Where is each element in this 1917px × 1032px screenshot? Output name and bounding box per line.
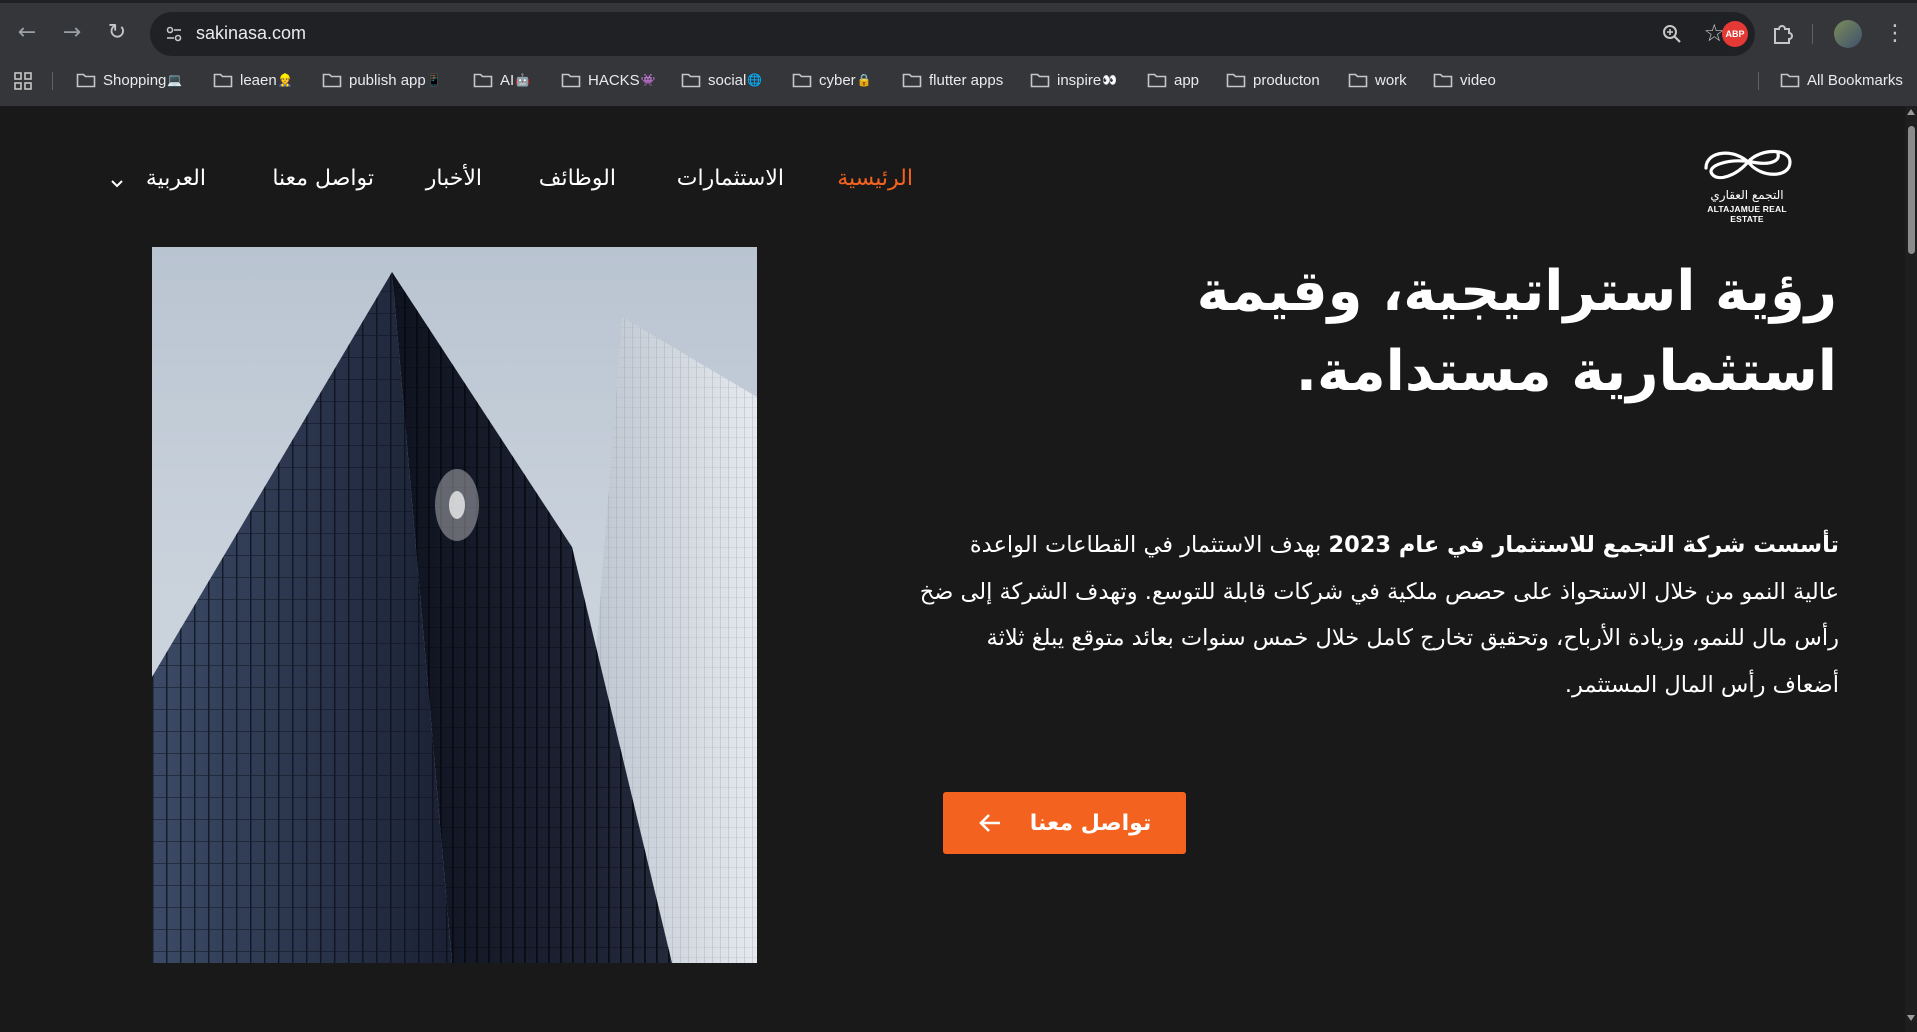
address-bar[interactable]: sakinasa.com ☆	[150, 12, 1755, 56]
bookmark-emoji: 🤖	[515, 73, 531, 87]
bookmark-label: cyber	[819, 71, 856, 89]
nav-link-investments[interactable]: الاستثمارات	[677, 166, 784, 191]
all-bookmarks-label: All Bookmarks	[1807, 71, 1903, 89]
bookmark-folder[interactable]: app	[1147, 68, 1199, 92]
folder-icon	[792, 73, 812, 88]
bookmarks-separator	[52, 72, 53, 90]
arrow-left-icon	[978, 814, 1000, 832]
bookmark-folder[interactable]: publish app 📱	[322, 68, 442, 92]
folder-icon	[1226, 73, 1246, 88]
folder-icon	[473, 73, 493, 88]
folder-icon	[681, 73, 701, 88]
bookmark-folder[interactable]: cyber 🔒	[792, 68, 872, 92]
bookmark-label: video	[1460, 71, 1496, 89]
url-text[interactable]: sakinasa.com	[196, 23, 306, 44]
folder-icon	[322, 73, 342, 88]
bookmark-label: inspire	[1057, 71, 1102, 89]
folder-icon	[1030, 73, 1050, 88]
bookmark-label: AI	[500, 71, 515, 89]
contact-us-label: تواصل معنا	[1029, 810, 1152, 836]
forward-button[interactable]: →	[59, 20, 85, 46]
bookmark-emoji: 👷	[277, 73, 293, 87]
apps-grid-icon[interactable]	[13, 71, 33, 91]
folder-icon	[1433, 73, 1453, 88]
logo-mark-icon	[1704, 149, 1792, 180]
bookmark-folder[interactable]: video	[1433, 68, 1496, 92]
bookmark-emoji: 🔒	[856, 73, 872, 87]
hero-paragraph: تأسست شركة التجمع للاستثمار في عام 2023 …	[919, 522, 1839, 708]
browser-chrome: ← → ↻ sakinasa.com ☆ ABP ⋮ Shopping 💻 le…	[0, 0, 1917, 106]
nav-link-contact[interactable]: تواصل معنا	[272, 166, 374, 191]
hero-building-image	[152, 247, 757, 963]
bookmark-folder[interactable]: leaen 👷	[213, 68, 293, 92]
hero-heading: رؤية استراتيجية، وقيمة استثمارية مستدامة…	[1196, 259, 1837, 404]
bookmarks-bar: Shopping 💻 leaen 👷 publish app 📱 AI 🤖 HACKS 👾 soci…	[0, 62, 1917, 98]
nav-link-jobs[interactable]: الوظائف	[539, 166, 616, 191]
bookmark-folder[interactable]: Shopping 💻	[76, 68, 182, 92]
adblock-plus-icon[interactable]: ABP	[1722, 21, 1748, 47]
logo-english-text: ALTAJAMUE REAL ESTATE	[1707, 204, 1787, 224]
folder-icon	[1348, 73, 1368, 88]
profile-avatar[interactable]	[1834, 20, 1862, 48]
extensions-puzzle-icon[interactable]	[1769, 21, 1795, 47]
tab-strip	[0, 0, 1917, 3]
web-page: التجمع العقاري ALTAJAMUE REAL ESTATE الر…	[0, 106, 1905, 1032]
logo-arabic-text: التجمع العقاري	[1710, 188, 1784, 202]
scroll-up-arrow-icon[interactable]	[1906, 108, 1916, 116]
bookmark-emoji: 💻	[167, 73, 183, 87]
folder-icon	[902, 73, 922, 88]
folder-icon	[1780, 73, 1800, 88]
bookmark-label: HACKS	[588, 71, 640, 89]
hero-paragraph-bold: تأسست شركة التجمع للاستثمار في عام 2023	[1328, 532, 1839, 558]
bookmark-label: social	[708, 71, 747, 89]
toolbar-divider	[1812, 24, 1813, 44]
bookmark-emoji: 🌐	[747, 73, 763, 87]
all-bookmarks-button[interactable]: All Bookmarks	[1780, 68, 1903, 92]
site-info-icon[interactable]	[164, 24, 184, 44]
bookmark-label: app	[1174, 71, 1200, 89]
bookmark-folder[interactable]: HACKS 👾	[561, 68, 656, 92]
scroll-thumb[interactable]	[1908, 126, 1915, 254]
zoom-icon[interactable]	[1661, 23, 1683, 45]
nav-link-home[interactable]: الرئيسية	[837, 166, 913, 191]
language-selector[interactable]: العربية	[146, 166, 206, 191]
contact-us-button[interactable]: تواصل معنا	[943, 792, 1186, 854]
page-scrollbar[interactable]	[1905, 106, 1917, 1032]
more-menu-icon[interactable]: ⋮	[1884, 20, 1906, 48]
bookmark-folder[interactable]: producton	[1226, 68, 1320, 92]
bookmark-label: publish app	[349, 71, 426, 89]
bookmark-folder[interactable]: flutter apps	[902, 68, 1003, 92]
bookmark-label: Shopping	[103, 71, 167, 89]
back-button[interactable]: ←	[14, 20, 40, 46]
scroll-down-arrow-icon[interactable]	[1906, 1014, 1916, 1022]
bookmark-label: flutter apps	[929, 71, 1004, 89]
folder-icon	[1147, 73, 1167, 88]
folder-icon	[76, 73, 96, 88]
bookmark-folder[interactable]: inspire 👀	[1030, 68, 1117, 92]
bookmark-emoji: 👀	[1102, 73, 1118, 87]
bookmark-label: work	[1375, 71, 1407, 89]
folder-icon	[213, 73, 233, 88]
bookmark-label: leaen	[240, 71, 277, 89]
bookmarks-separator	[1758, 72, 1759, 90]
bookmark-folder[interactable]: work	[1348, 68, 1407, 92]
nav-link-news[interactable]: الأخبار	[426, 166, 482, 191]
bookmark-folder[interactable]: social 🌐	[681, 68, 762, 92]
site-logo[interactable]: التجمع العقاري ALTAJAMUE REAL ESTATE	[1690, 134, 1810, 224]
bookmark-folder[interactable]: AI 🤖	[473, 68, 530, 92]
folder-icon	[561, 73, 581, 88]
bookmark-emoji: 📱	[426, 73, 442, 87]
bookmark-label: producton	[1253, 71, 1320, 89]
reload-button[interactable]: ↻	[104, 20, 130, 46]
bookmark-emoji: 👾	[640, 73, 656, 87]
chevron-down-icon[interactable]	[110, 179, 124, 189]
